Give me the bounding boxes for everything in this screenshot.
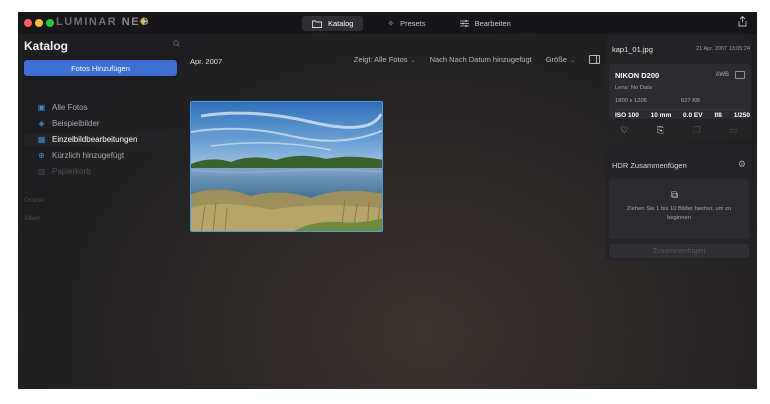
tab-katalog[interactable]: Katalog	[302, 16, 364, 31]
export-icon[interactable]: ⎘	[657, 125, 664, 136]
image-resolution: 1800 x 1205	[615, 98, 647, 104]
image-info-card: kap1_01.jpg 21 Apr. 2007 13:05:24 NIKON …	[606, 37, 752, 139]
delete-icon[interactable]: ▭	[729, 125, 738, 136]
exposure-value: 0.0 EV	[683, 112, 703, 119]
search-icon[interactable]	[173, 40, 180, 49]
focal-length-value: 10 mm	[650, 112, 672, 119]
grid-icon: ▦	[37, 135, 46, 144]
drop-hint: Ziehen Sie 1 bis 10 Bilder hierher, um z…	[626, 206, 732, 221]
sidebar-item-label: Kürzlich hinzugefügt	[52, 151, 125, 160]
minimize-window-button[interactable]	[35, 19, 43, 27]
sidebar-item-all-photos[interactable]: ▣ Alle Fotos	[24, 101, 174, 114]
merge-button[interactable]: Zusammenfügen	[609, 244, 749, 258]
size-dropdown[interactable]: Größe ⌄	[546, 55, 575, 64]
sparkle-icon: ✧	[387, 19, 395, 28]
app-window: LUMINAR NEO ✦ Katalog ✧ Presets Bearbeit…	[18, 12, 757, 389]
hdr-merge-card: HDR Zusammenfügen ⚙ ⧉ Ziehen Sie 1 bis 1…	[606, 144, 752, 260]
calendar-icon: ▣	[37, 103, 46, 112]
white-balance: AWB	[715, 72, 729, 78]
sidebar-item-sample-images[interactable]: ◈ Beispielbilder	[24, 117, 174, 130]
info-panel: kap1_01.jpg 21 Apr. 2007 13:05:24 NIKON …	[606, 34, 757, 389]
images-stack-icon: ⧉	[671, 190, 679, 201]
magic-sparkle-icon[interactable]: ✦	[138, 14, 149, 30]
catalog-toolbar: Zeigt: Alle Fotos ⌄ Nach Nach Datum hinzu…	[354, 55, 600, 64]
hdr-drop-zone[interactable]: ⧉ Ziehen Sie 1 bis 10 Bilder hierher, um…	[609, 179, 749, 239]
camera-model: NIKON D200	[615, 71, 660, 80]
title-bar: LUMINAR NEO ✦ Katalog ✧ Presets Bearbeit…	[18, 12, 757, 34]
section-albums[interactable]: Alben	[24, 215, 41, 222]
shutter-value: 1/250	[733, 112, 750, 119]
logo-text: LUMINAR	[56, 16, 118, 28]
file-name: kap1_01.jpg	[612, 45, 653, 54]
chevron-down-icon: ⌄	[410, 58, 416, 64]
tab-presets-label: Presets	[400, 19, 426, 28]
landscape-photo	[191, 102, 382, 231]
sidebar-item-label: Papierkorb	[52, 167, 91, 176]
divider	[615, 109, 745, 110]
sidebar-item-label: Einzelbildbearbeitungen	[52, 135, 138, 144]
sidebar-item-recently-added[interactable]: ⊕ Kürzlich hinzugefügt	[24, 149, 174, 162]
capture-date: 21 Apr. 2007 13:05:24	[696, 46, 750, 52]
lens-info: Lens: No Data	[615, 85, 653, 91]
file-size: 627 KB	[681, 98, 701, 104]
favorite-heart-icon[interactable]: ♡	[620, 125, 628, 136]
layers-icon: ◈	[38, 119, 45, 128]
hdr-title: HDR Zusammenfügen	[612, 161, 687, 170]
sidebar-item-label: Alle Fotos	[52, 103, 88, 112]
zoom-window-button[interactable]	[46, 19, 54, 27]
tab-presets[interactable]: ✧ Presets	[377, 16, 435, 31]
image-actions: ♡ ⎘ ❐ ▭	[606, 125, 752, 136]
top-navigation: Katalog ✧ Presets Bearbeiten	[302, 16, 521, 31]
show-filter-label: Zeigt: Alle Fotos	[353, 55, 408, 64]
add-photos-button[interactable]: Fotos Hinzufügen	[24, 60, 177, 76]
sidebar: Katalog Fotos Hinzufügen ▣ Alle Fotos ◈ …	[18, 34, 184, 389]
tab-katalog-label: Katalog	[328, 19, 354, 28]
section-folders[interactable]: Ordner	[24, 197, 44, 204]
sidebar-title: Katalog	[24, 39, 69, 53]
aperture-value: f/8	[714, 112, 722, 119]
size-label: Größe	[545, 55, 567, 64]
tab-bearbeiten-label: Bearbeiten	[474, 19, 511, 28]
sidebar-item-label: Beispielbilder	[52, 119, 100, 128]
catalog-view: Apr. 2007 Zeigt: Alle Fotos ⌄ Nach Nach D…	[184, 34, 606, 389]
show-filter-dropdown[interactable]: Zeigt: Alle Fotos ⌄	[354, 55, 416, 64]
sidebar-item-single-edits[interactable]: ▦ Einzelbildbearbeitungen	[24, 133, 174, 146]
sliders-icon	[459, 20, 469, 27]
iso-value: ISO 100	[615, 112, 639, 119]
share-icon[interactable]	[738, 15, 747, 30]
gear-icon[interactable]: ⚙	[738, 159, 746, 170]
date-group-label: Apr. 2007	[190, 57, 223, 66]
app-logo: LUMINAR NEO	[56, 16, 150, 28]
compare-icon[interactable]: ❐	[693, 125, 701, 136]
trash-icon: ▥	[37, 167, 46, 176]
folder-icon	[312, 20, 322, 28]
close-window-button[interactable]	[24, 19, 32, 27]
sort-dropdown[interactable]: Nach Nach Datum hinzugefügt	[430, 55, 532, 64]
exif-values: ISO 100 10 mm 0.0 EV f/8 1/250	[615, 112, 750, 119]
chevron-down-icon: ⌄	[569, 58, 575, 64]
sidebar-item-trash[interactable]: ▥ Papierkorb	[24, 165, 174, 178]
exif-block: NIKON D200 AWB Lens: No Data 1800 x 1205…	[609, 64, 751, 119]
panel-toggle-icon[interactable]	[589, 55, 600, 64]
photo-thumbnail[interactable]	[190, 101, 383, 232]
raw-format-icon	[735, 71, 745, 79]
plus-circle-icon: ⊕	[38, 151, 45, 160]
tab-bearbeiten[interactable]: Bearbeiten	[450, 16, 521, 31]
